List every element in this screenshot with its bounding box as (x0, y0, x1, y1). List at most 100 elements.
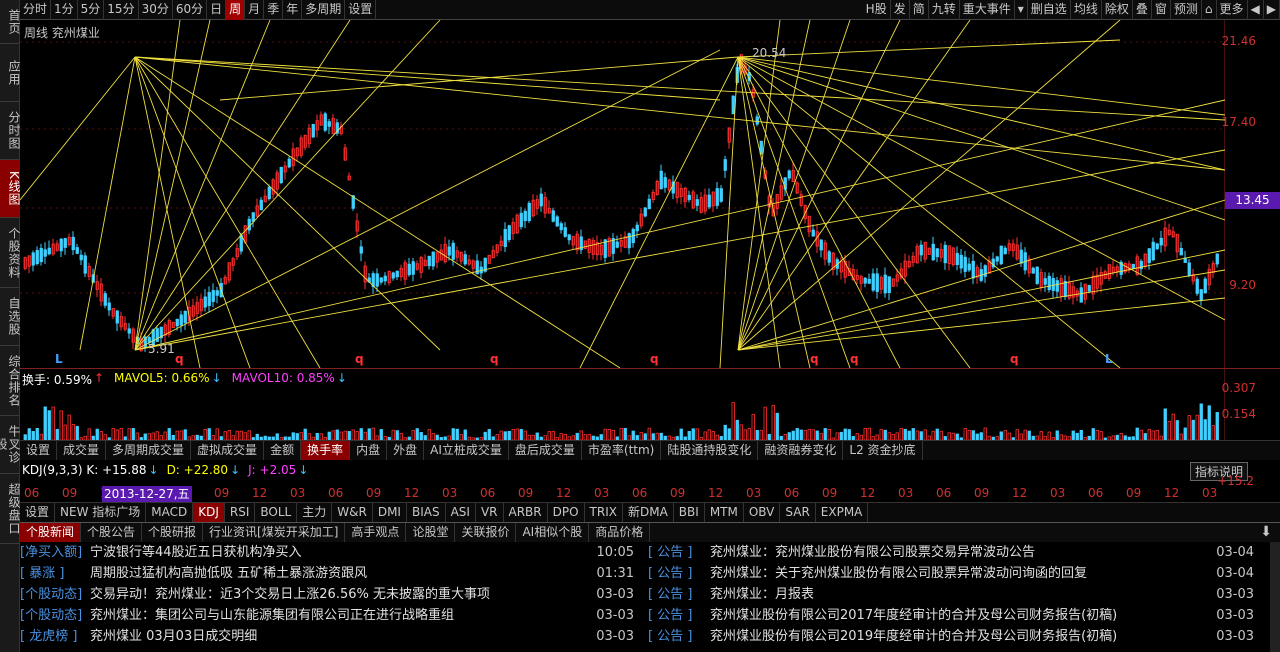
announcement-row[interactable]: [ 公告 ] 兖州煤业股份有限公司2017年度经审计的合并及母公司财务报告(初稿)… (648, 605, 1268, 626)
toolbar-right-button-1[interactable]: 发 (891, 0, 910, 20)
indicator-tab-8[interactable]: DMI (373, 503, 407, 522)
volume-tab-13[interactable]: L2 资金抄底 (843, 441, 923, 460)
news-row[interactable]: [净买入额] 宁波银行等44股近五日获机构净买入 10:05 (20, 542, 640, 563)
indicator-tab-14[interactable]: TRIX (585, 503, 623, 522)
toolbar-right-button-13[interactable]: 更多 (1217, 0, 1248, 20)
volume-tab-8[interactable]: AI立桩成交量 (424, 441, 509, 460)
leftnav-item-0[interactable]: 首页 (0, 0, 21, 44)
indicator-tab-20[interactable]: EXPMA (816, 503, 869, 522)
toolbar-right-button-14[interactable]: ◀ (1248, 0, 1264, 20)
period-button-0[interactable]: 分时 (20, 0, 52, 20)
volume-tab-4[interactable]: 金额 (264, 441, 302, 460)
indicator-tab-0[interactable]: 设置 (20, 503, 56, 522)
announcement-row[interactable]: [ 公告 ] 兖州煤业：月报表 03-03 (648, 584, 1268, 605)
period-button-6[interactable]: 日 (207, 0, 227, 20)
volume-tab-1[interactable]: 成交量 (57, 441, 107, 460)
news-row[interactable]: [ 暴涨 ] 周期股过猛机构高抛低吸 五矿稀土暴涨游资跟风 01:31 (20, 563, 640, 584)
news-row[interactable]: [个股动态] 兖州煤业：集团公司与山东能源集团有限公司正在进行战略重组 03-03 (20, 605, 640, 626)
volume-tab-3[interactable]: 虚拟成交量 (191, 441, 265, 460)
leftnav-item-2[interactable]: 分时图 (0, 102, 21, 160)
indicator-tab-17[interactable]: MTM (705, 503, 744, 522)
news-tab-4[interactable]: 高手观点 (345, 523, 407, 542)
news-title[interactable]: 周期股过猛机构高抛低吸 五矿稀土暴涨游资跟风 (90, 563, 594, 584)
volume-tab-12[interactable]: 融资融券变化 (758, 441, 844, 460)
indicator-tab-18[interactable]: OBV (744, 503, 781, 522)
volume-tab-7[interactable]: 外盘 (387, 441, 425, 460)
indicator-tab-5[interactable]: BOLL (255, 503, 298, 522)
announcement-row[interactable]: [ 公告 ] 兖州煤业：兖州煤业股份有限公司股票交易异常波动公告 03-04 (648, 542, 1268, 563)
volume-tab-2[interactable]: 多周期成交量 (106, 441, 192, 460)
toolbar-right-button-12[interactable]: ⌂ (1202, 0, 1217, 20)
news-title[interactable]: 兖州煤业 03月03日成交明细 (90, 626, 594, 647)
volume-tab-11[interactable]: 陆股通持股变化 (661, 441, 759, 460)
toolbar-right-button-3[interactable]: 九转 (929, 0, 960, 20)
leftnav-item-3[interactable]: K线图 (0, 160, 21, 218)
news-tab-3[interactable]: 行业资讯[煤炭开采加工] (203, 523, 346, 542)
indicator-tab-11[interactable]: VR (476, 503, 504, 522)
news-tab-5[interactable]: 论股堂 (406, 523, 456, 542)
toolbar-right-button-5[interactable]: ▾ (1015, 0, 1028, 20)
news-tab-6[interactable]: 关联报价 (455, 523, 517, 542)
volume-tab-9[interactable]: 盘后成交量 (509, 441, 582, 460)
news-tab-0[interactable]: 个股新闻 (20, 523, 82, 542)
indicator-tab-4[interactable]: RSI (225, 503, 256, 522)
news-row[interactable]: [个股动态] 交易异动！兖州煤业：近3个交易日上涨26.56% 无未披露的重大事项… (20, 584, 640, 605)
toolbar-right-button-4[interactable]: 重大事件 (960, 0, 1015, 20)
volume-tab-10[interactable]: 市盈率(ttm) (582, 441, 662, 460)
period-button-3[interactable]: 15分 (104, 0, 139, 20)
announcement-row[interactable]: [ 公告 ] 兖州煤业：关于兖州煤业股份有限公司股票异常波动问询函的回复 03-04 (648, 563, 1268, 584)
period-button-11[interactable]: 多周期 (302, 0, 346, 20)
indicator-tab-9[interactable]: BIAS (407, 503, 446, 522)
kdj-panel[interactable]: KDJ(9,3,3) K: +15.88 ↓ D: +22.80 ↓ J: +2.05 ↓… (20, 460, 1280, 502)
period-button-12[interactable]: 设置 (345, 0, 377, 20)
toolbar-right-button-2[interactable]: 简 (910, 0, 929, 20)
toolbar-right-button-11[interactable]: 预测 (1171, 0, 1202, 20)
leftnav-item-8[interactable]: 超级盘口 (0, 474, 21, 544)
indicator-tab-6[interactable]: 主力 (297, 503, 333, 522)
news-tab-7[interactable]: AI相似个股 (516, 523, 590, 542)
period-button-2[interactable]: 5分 (78, 0, 105, 20)
indicator-tab-10[interactable]: ASI (446, 503, 476, 522)
announcement-title[interactable]: 兖州煤业：关于兖州煤业股份有限公司股票异常波动问询函的回复 (710, 563, 1214, 584)
indicator-tab-15[interactable]: 新DMA (623, 503, 674, 522)
period-button-7[interactable]: 周 (226, 0, 246, 20)
kline-canvas[interactable] (20, 20, 1225, 368)
news-scrollbar[interactable] (1270, 542, 1280, 652)
leftnav-item-6[interactable]: 综合排名 (0, 346, 21, 416)
volume-tab-6[interactable]: 内盘 (350, 441, 388, 460)
leftnav-item-1[interactable]: 应用 (0, 44, 21, 102)
news-title[interactable]: 交易异动！兖州煤业：近3个交易日上涨26.56% 无未披露的重大事项 (90, 584, 594, 605)
indicator-tab-1[interactable]: NEW 指标广场 (55, 503, 147, 522)
toolbar-right-button-10[interactable]: 窗 (1152, 0, 1171, 20)
leftnav-item-4[interactable]: 个股资料 (0, 218, 21, 288)
period-button-9[interactable]: 季 (264, 0, 284, 20)
indicator-tab-3[interactable]: KDJ (193, 503, 225, 522)
indicator-tab-7[interactable]: W&R (332, 503, 373, 522)
announcement-title[interactable]: 兖州煤业股份有限公司2017年度经审计的合并及母公司财务报告(初稿) (710, 605, 1214, 626)
announcement-title[interactable]: 兖州煤业股份有限公司2019年度经审计的合并及母公司财务报告(初稿) (710, 626, 1214, 647)
volume-tab-0[interactable]: 设置 (20, 441, 58, 460)
news-tab-8[interactable]: 商品价格 (589, 523, 651, 542)
indicator-tab-19[interactable]: SAR (780, 503, 816, 522)
toolbar-right-button-15[interactable]: ▶ (1264, 0, 1280, 20)
download-icon[interactable]: ⬇ (1260, 524, 1272, 540)
news-title[interactable]: 宁波银行等44股近五日获机构净买入 (90, 542, 594, 563)
turnover-panel[interactable]: 换手: 0.59% ↑ MAVOL5: 0.66% ↓ MAVOL10: 0.85% ↓ … (20, 368, 1280, 441)
volume-tab-5[interactable]: 换手率 (301, 441, 351, 460)
toolbar-right-button-8[interactable]: 除权 (1102, 0, 1133, 20)
toolbar-right-button-7[interactable]: 均线 (1071, 0, 1102, 20)
period-button-10[interactable]: 年 (283, 0, 303, 20)
indicator-tab-16[interactable]: BBI (674, 503, 705, 522)
toolbar-right-button-9[interactable]: 叠 (1133, 0, 1152, 20)
news-title[interactable]: 兖州煤业：集团公司与山东能源集团有限公司正在进行战略重组 (90, 605, 594, 626)
announcement-title[interactable]: 兖州煤业：月报表 (710, 584, 1214, 605)
toolbar-right-button-0[interactable]: H股 (863, 0, 891, 20)
period-button-5[interactable]: 60分 (173, 0, 208, 20)
indicator-tab-13[interactable]: DPO (548, 503, 585, 522)
news-tab-1[interactable]: 个股公告 (81, 523, 143, 542)
period-button-8[interactable]: 月 (245, 0, 265, 20)
toolbar-right-button-6[interactable]: 删自选 (1028, 0, 1071, 20)
period-button-4[interactable]: 30分 (139, 0, 173, 20)
news-row[interactable]: [ 龙虎榜 ] 兖州煤业 03月03日成交明细 03-03 (20, 626, 640, 647)
announcement-row[interactable]: [ 公告 ] 兖州煤业股份有限公司2019年度经审计的合并及母公司财务报告(初稿)… (648, 626, 1268, 647)
